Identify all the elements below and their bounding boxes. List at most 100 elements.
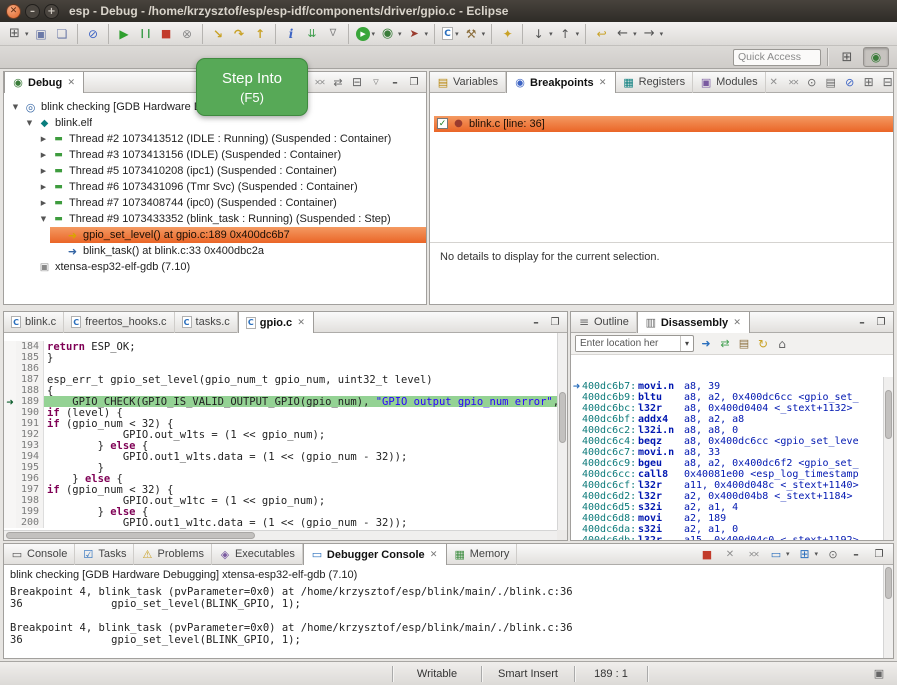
expander-icon[interactable] — [39, 151, 48, 159]
build-button[interactable] — [461, 24, 488, 44]
new-c-file-button[interactable] — [434, 24, 461, 44]
debug-view-tab[interactable]: Debug — [4, 72, 84, 94]
instruction-stepping-button[interactable] — [275, 24, 302, 44]
disassembly-row[interactable]: 400dc6cc: call8 0x40081e00 <esp_log_time… — [571, 469, 883, 480]
scrollbar-thumb[interactable] — [885, 390, 892, 439]
expander-icon[interactable] — [25, 119, 34, 127]
remove-all-breakpoints-button[interactable] — [785, 74, 801, 90]
view-tab[interactable]: Breakpoints — [506, 72, 616, 94]
disassembly-row[interactable]: 400dc6c7: movi.n a8, 33 — [571, 447, 883, 458]
disconnect-button[interactable] — [177, 24, 198, 44]
expander-icon[interactable] — [39, 135, 48, 143]
display-selected-console-button[interactable] — [766, 544, 792, 564]
debug-tree-item[interactable]: blink.elf — [4, 115, 426, 131]
debug-tree-item[interactable]: blink_task() at blink.c:33 0x400dbc2a — [4, 243, 426, 259]
disassembly-row[interactable]: 400dc6bf: addx4 a8, a2, a8 — [571, 414, 883, 425]
code-line[interactable]: 188 { — [4, 385, 557, 396]
maximize-button[interactable] — [406, 74, 422, 90]
go-to-file-button[interactable] — [823, 74, 839, 90]
disassembly-row[interactable]: 400dc6cf: l32r a11, 0x400d048c <_stext+1… — [571, 480, 883, 491]
console-tab[interactable]: Executables — [212, 544, 303, 565]
minimize-button[interactable] — [846, 544, 866, 564]
suspend-button[interactable] — [135, 24, 156, 44]
debug-tree-item[interactable]: Thread #6 1073431096 (Tmr Svc) (Suspende… — [4, 179, 426, 195]
view-tab[interactable]: Disassembly — [637, 312, 750, 334]
view-menu-button[interactable] — [368, 74, 384, 90]
disassembly-row[interactable]: 400dc6c2: l32i.n a8, a8, 0 — [571, 425, 883, 436]
remove-launch-button[interactable] — [720, 544, 740, 564]
maximize-button[interactable] — [869, 544, 889, 564]
code-line[interactable]: 187 esp_err_t gpio_set_level(gpio_num_t … — [4, 374, 557, 385]
scrollbar-thumb[interactable] — [559, 392, 566, 443]
track-current-pc-button[interactable] — [774, 336, 790, 352]
refresh-view-button[interactable] — [755, 336, 771, 352]
disassembly-row[interactable]: 400dc6b7: movi.n a8, 39 — [571, 381, 883, 392]
disassembly-row[interactable]: 400dc6bc: l32r a8, 0x400d0404 <_stext+11… — [571, 403, 883, 414]
sync-with-active-context-button[interactable] — [717, 336, 733, 352]
use-step-filters-button[interactable] — [323, 24, 344, 44]
view-tab[interactable]: Outline — [571, 312, 637, 333]
expander-icon[interactable] — [39, 215, 48, 223]
code-line[interactable]: 190 if (level) { — [4, 407, 557, 418]
code-line[interactable]: 191 if (gpio_num < 32) { — [4, 418, 557, 429]
code-line[interactable]: 200 GPIO.out1_w1tc.data = (1 << (gpio_nu… — [4, 517, 557, 528]
skip-all-breakpoints-button[interactable] — [77, 24, 104, 44]
remove-all-launches-button[interactable] — [743, 544, 763, 564]
debug-tree-item[interactable]: Thread #2 1073413512 (IDLE : Running) (S… — [4, 131, 426, 147]
editor-tab[interactable]: freertos_hooks.c — [64, 312, 174, 333]
close-icon[interactable] — [429, 550, 439, 560]
expander-icon[interactable] — [39, 199, 48, 207]
run-button[interactable] — [348, 24, 378, 44]
remove-breakpoint-button[interactable] — [766, 74, 782, 90]
code-line[interactable]: 195 } — [4, 462, 557, 473]
disassembly-listing[interactable]: 400dc6b7: movi.n a8, 39 400dc6b9: bltu a… — [571, 377, 883, 540]
code-line[interactable]: 189 GPIO_CHECK(GPIO_IS_VALID_OUTPUT_GPIO… — [4, 396, 557, 407]
code-line[interactable]: 199 } else { — [4, 506, 557, 517]
collapse-all-button[interactable] — [880, 74, 896, 90]
window-minimize-button[interactable] — [25, 4, 40, 19]
disassembly-row[interactable]: 400dc6c4: beqz a8, 0x400dc6cc <gpio_set_… — [571, 436, 883, 447]
save-all-button[interactable] — [52, 24, 73, 44]
step-return-button[interactable] — [250, 24, 271, 44]
debug-button[interactable] — [377, 24, 404, 44]
disassembly-row[interactable]: 400dc6d8: movi a2, 189 — [571, 513, 883, 524]
show-breakpoints-for-selection-button[interactable] — [804, 74, 820, 90]
debug-tree-item[interactable]: xtensa-esp32-elf-gdb (7.10) — [4, 259, 426, 275]
debug-perspective-button[interactable] — [863, 47, 889, 67]
close-icon[interactable] — [296, 318, 306, 328]
code-editor[interactable]: 184 return ESP_OK; 185 } 186 — [4, 333, 557, 530]
previous-annotation-button[interactable] — [555, 24, 582, 44]
debug-tree-item[interactable]: Thread #7 1073408744 (ipc0) (Suspended :… — [4, 195, 426, 211]
disassembly-row[interactable]: 400dc6db: l32r a15, 0x400d04c0 <_stext+1… — [571, 535, 883, 540]
new-wizard-button[interactable] — [4, 24, 31, 44]
step-into-button[interactable] — [202, 24, 229, 44]
console-tab[interactable]: Memory — [447, 544, 518, 565]
expander-icon[interactable] — [39, 167, 48, 175]
combo-caret-icon[interactable] — [680, 336, 693, 351]
link-with-debug-button[interactable] — [330, 74, 346, 90]
disassembly-row[interactable]: 400dc6da: s32i a2, a1, 0 — [571, 524, 883, 535]
debug-tree-item[interactable]: Thread #5 1073410208 (ipc1) (Suspended :… — [4, 163, 426, 179]
console-output[interactable]: Breakpoint 4, blink_task (pvParameter=0x… — [4, 583, 893, 646]
next-annotation-button[interactable] — [522, 24, 555, 44]
terminate-console-button[interactable] — [697, 544, 717, 564]
maximize-button[interactable] — [547, 314, 563, 330]
console-tab[interactable]: Problems — [134, 544, 211, 565]
breakpoint-item[interactable]: blink.c [line: 36] — [430, 115, 893, 132]
code-line[interactable]: 194 GPIO.out1_w1ts.data = (1 << (gpio_nu… — [4, 451, 557, 462]
window-close-button[interactable] — [6, 4, 21, 19]
disassembly-vertical-scrollbar[interactable] — [883, 377, 893, 540]
resume-button[interactable] — [108, 24, 135, 44]
expander-icon[interactable] — [39, 183, 48, 191]
terminate-button[interactable] — [156, 24, 177, 44]
search-button[interactable] — [491, 24, 518, 44]
close-icon[interactable] — [598, 78, 608, 88]
debug-tree-item[interactable]: Thread #9 1073433352 (blink_task : Runni… — [4, 211, 426, 227]
console-tab[interactable]: Tasks — [75, 544, 134, 565]
breakpoint-checkbox[interactable] — [437, 118, 448, 129]
editor-horizontal-scrollbar[interactable] — [4, 530, 557, 540]
disassembly-row[interactable]: 400dc6b9: bltu a8, a2, 0x400dc6cc <gpio_… — [571, 392, 883, 403]
close-icon[interactable] — [66, 78, 76, 88]
code-line[interactable]: 193 } else { — [4, 440, 557, 451]
editor-tab[interactable]: blink.c — [4, 312, 64, 333]
